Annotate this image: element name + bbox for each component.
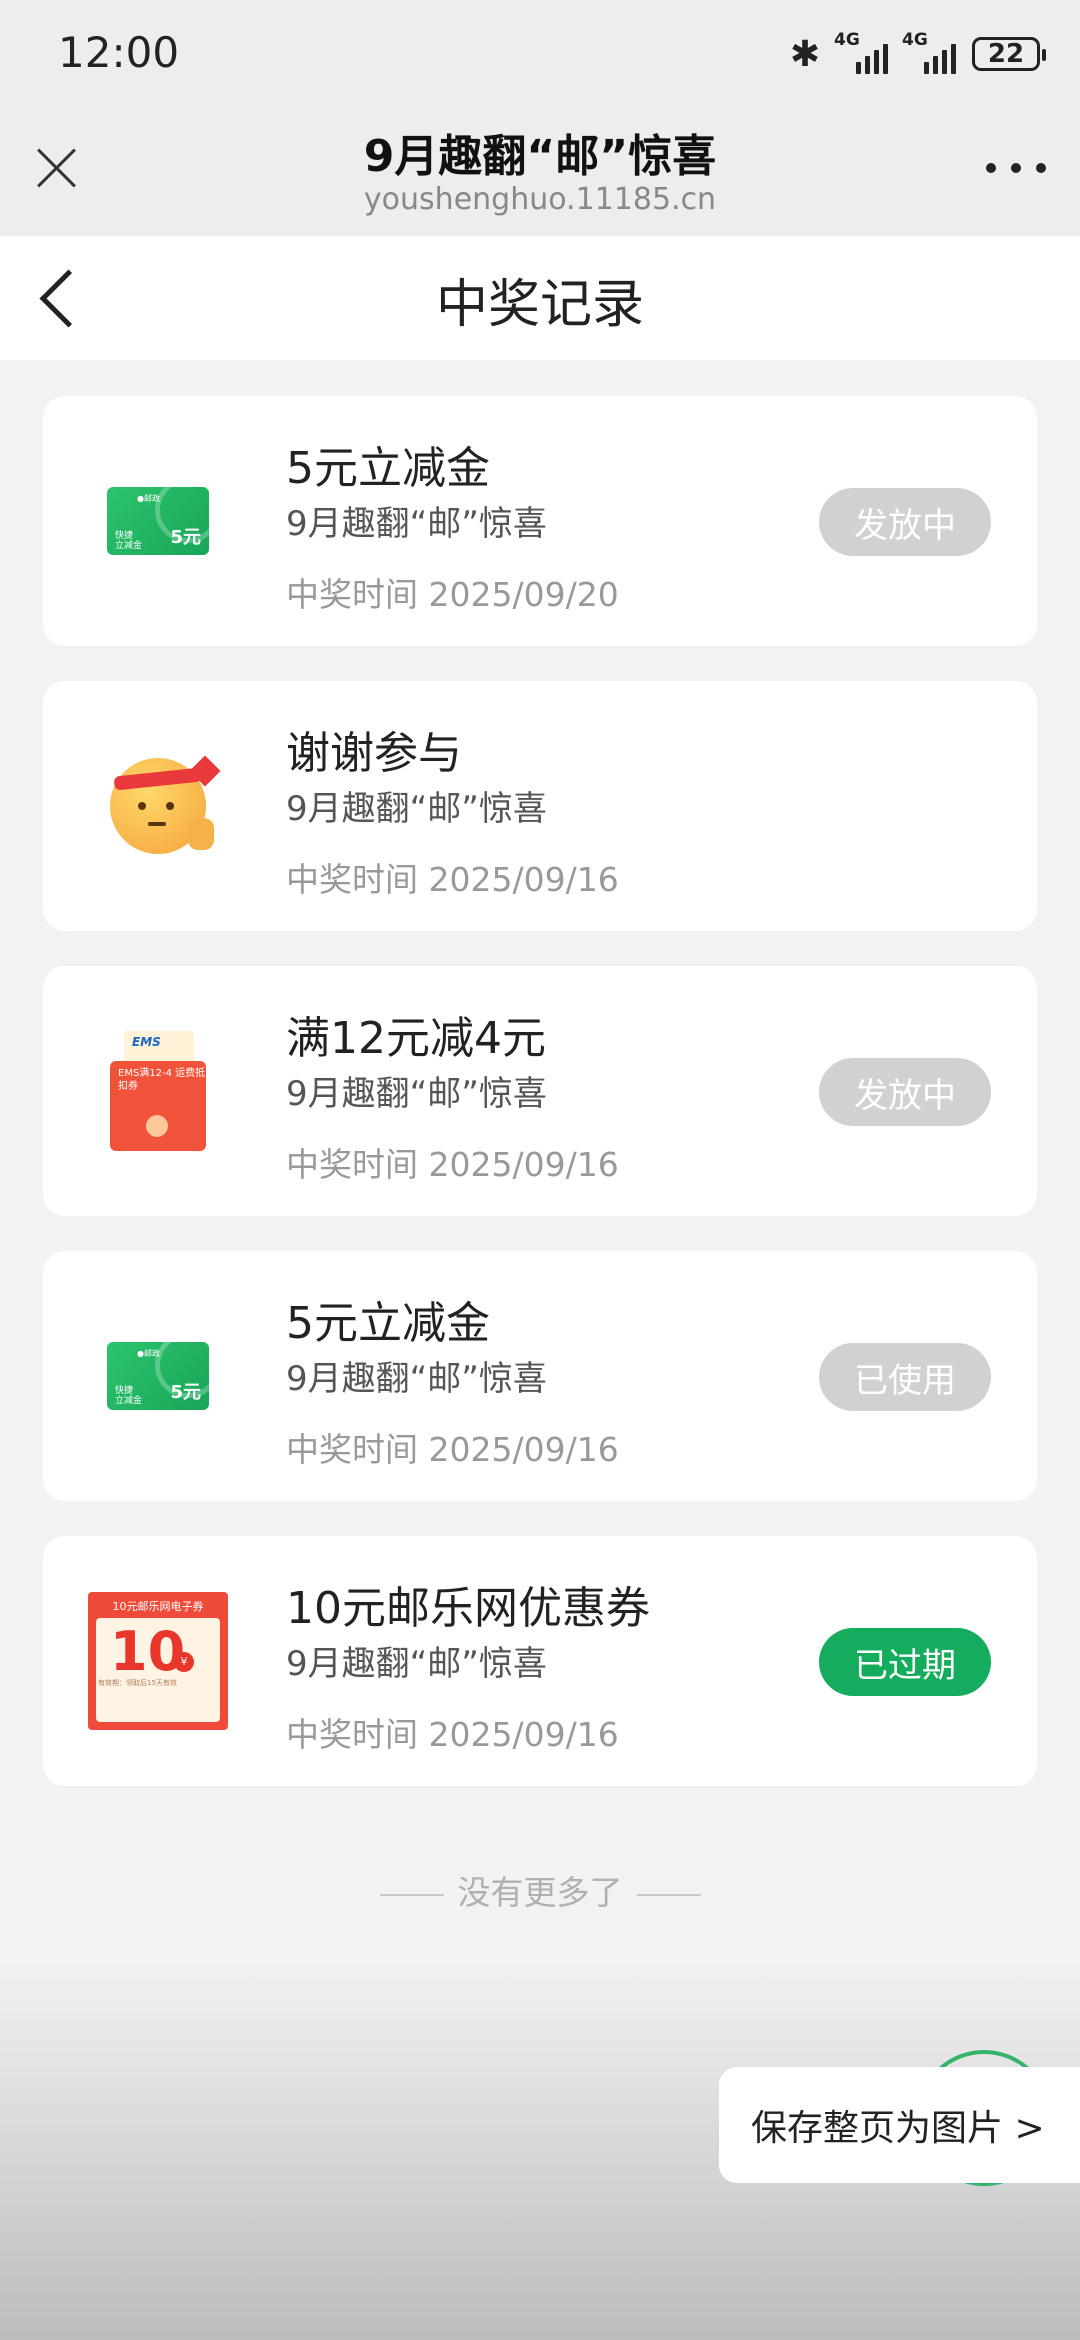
green-card-icon: ●邮政 快捷 立减金 5元 <box>83 446 233 596</box>
status-badge: 已使用 <box>819 1343 991 1411</box>
record-subtitle: 9月趣翻“邮”惊喜 <box>286 789 547 829</box>
record-card[interactable]: 10元邮乐网电子券 10 ¥ 有效期：领取后15天有效 10元邮乐网优惠券 9月趣翻“… <box>43 1536 1037 1786</box>
signal-icon-2: 4G <box>902 30 956 74</box>
emoji-salute-icon <box>83 731 233 881</box>
record-title: 谢谢参与 <box>286 728 462 779</box>
signal-icon: 4G <box>834 30 888 74</box>
record-card[interactable]: ●邮政 快捷 立减金 5元 5元立减金 9月趣翻“邮”惊喜 中奖时间 2025/09/… <box>43 1251 1037 1501</box>
record-title: 5元立减金 <box>286 443 490 494</box>
ems-envelope-icon: EMS EMS满12-4 运费抵扣券 <box>83 1016 233 1166</box>
status-badge: 发放中 <box>819 1058 991 1126</box>
record-card[interactable]: EMS EMS满12-4 运费抵扣券 满12元减4元 9月趣翻“邮”惊喜 中奖时间… <box>43 966 1037 1216</box>
green-card-icon: ●邮政 快捷 立减金 5元 <box>83 1301 233 1451</box>
red-coupon-icon: 10元邮乐网电子券 10 ¥ 有效期：领取后15天有效 <box>83 1586 233 1736</box>
record-subtitle: 9月趣翻“邮”惊喜 <box>286 1359 547 1399</box>
record-time: 中奖时间 2025/09/16 <box>286 1430 619 1469</box>
record-title: 5元立减金 <box>286 1298 490 1349</box>
record-subtitle: 9月趣翻“邮”惊喜 <box>286 1644 547 1684</box>
more-options-icon[interactable] <box>986 156 1046 180</box>
no-more-note: 没有更多了 <box>0 1866 1080 1914</box>
record-time: 中奖时间 2025/09/16 <box>286 1145 619 1184</box>
status-icons: ✱ 4G 4G 22 <box>789 30 1046 78</box>
browser-header: 9月趣翻“邮”惊喜 youshenghuo.11185.cn <box>0 108 1080 236</box>
browser-url: youshenghuo.11185.cn <box>363 182 717 217</box>
status-bar: 12:00 ✱ 4G 4G 22 <box>0 0 1080 108</box>
save-page-as-image-button[interactable]: 保存整页为图片 > <box>719 2067 1080 2183</box>
bluetooth-icon: ✱ <box>789 33 820 75</box>
page-title: 中奖记录 <box>435 275 644 335</box>
status-time: 12:00 <box>58 28 180 77</box>
page-header: 中奖记录 <box>0 236 1080 360</box>
browser-title: 9月趣翻“邮”惊喜 <box>363 131 717 182</box>
record-time: 中奖时间 2025/09/16 <box>286 1715 619 1754</box>
record-card[interactable]: ●邮政 快捷 立减金 5元 5元立减金 9月趣翻“邮”惊喜 中奖时间 2025/09/… <box>43 396 1037 646</box>
status-badge: 已过期 <box>819 1628 991 1696</box>
record-title: 满12元减4元 <box>286 1013 546 1064</box>
battery-icon: 22 <box>972 37 1046 71</box>
record-title: 10元邮乐网优惠券 <box>286 1583 650 1634</box>
record-time: 中奖时间 2025/09/16 <box>286 860 619 899</box>
status-badge: 发放中 <box>819 488 991 556</box>
record-card[interactable]: 谢谢参与 9月趣翻“邮”惊喜 中奖时间 2025/09/16 <box>43 681 1037 931</box>
record-subtitle: 9月趣翻“邮”惊喜 <box>286 504 547 544</box>
record-time: 中奖时间 2025/09/20 <box>286 575 619 614</box>
record-subtitle: 9月趣翻“邮”惊喜 <box>286 1074 547 1114</box>
